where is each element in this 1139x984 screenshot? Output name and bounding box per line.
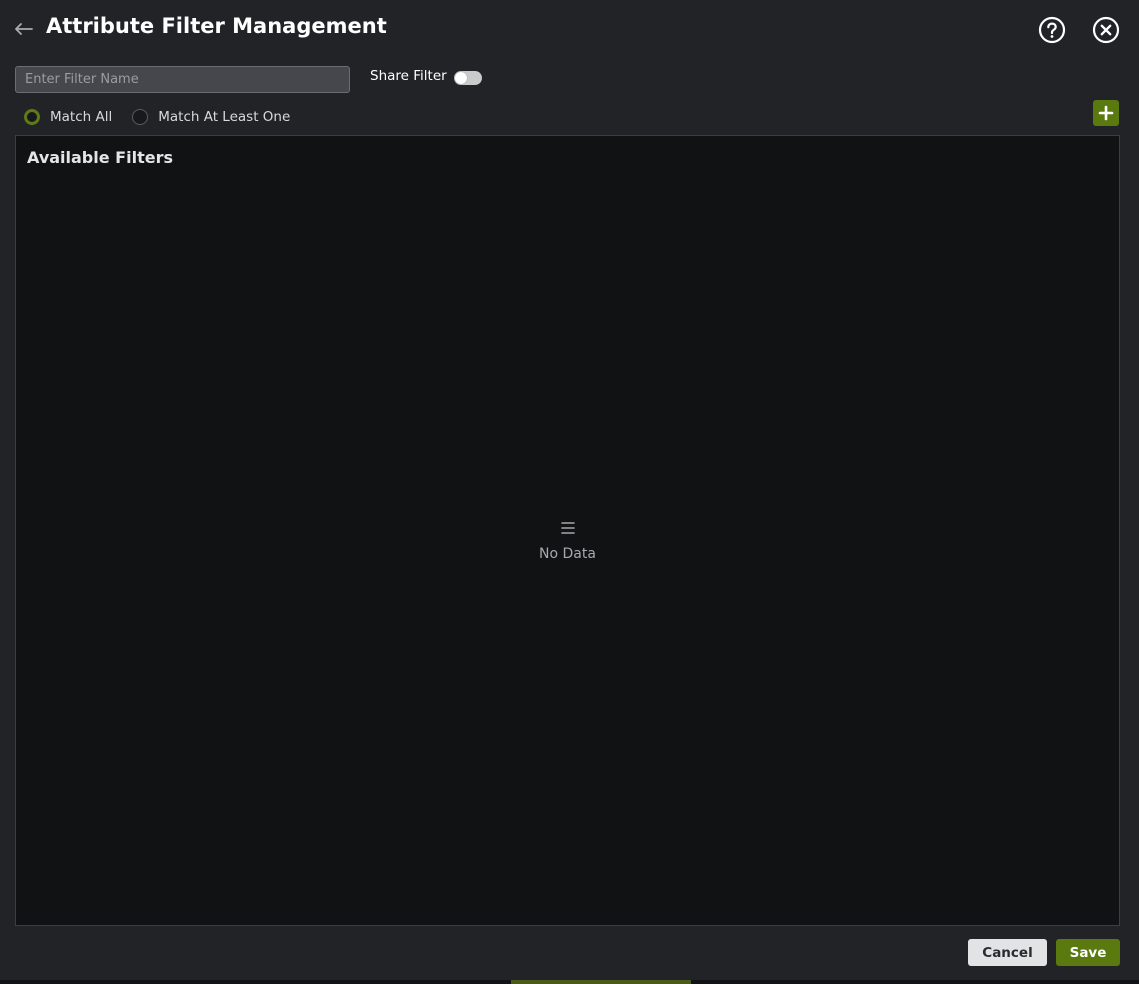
list-icon bbox=[560, 520, 576, 536]
available-filters-title: Available Filters bbox=[27, 148, 173, 167]
radio-label-match-at-least-one: Match At Least One bbox=[158, 109, 291, 125]
radio-option-match-all[interactable]: Match All bbox=[24, 109, 112, 125]
attribute-filter-dialog: Attribute Filter Management Share Filter… bbox=[0, 0, 1139, 980]
save-button[interactable]: Save bbox=[1056, 939, 1120, 966]
arrow-left-icon bbox=[15, 23, 33, 35]
dialog-title: Attribute Filter Management bbox=[46, 14, 387, 38]
share-filter-label: Share Filter bbox=[370, 68, 447, 84]
cancel-button[interactable]: Cancel bbox=[968, 939, 1047, 966]
available-filters-panel: Available Filters No Data bbox=[15, 135, 1120, 926]
radio-label-match-all: Match All bbox=[50, 109, 113, 125]
filter-name-input[interactable] bbox=[15, 66, 350, 93]
bottom-strip bbox=[0, 980, 1139, 984]
empty-state: No Data bbox=[16, 520, 1119, 562]
match-mode-radio-group: Match All Match At Least One bbox=[24, 107, 310, 127]
plus-icon bbox=[1098, 105, 1114, 121]
help-button[interactable] bbox=[1037, 15, 1067, 45]
close-button[interactable] bbox=[1091, 15, 1121, 45]
add-filter-button[interactable] bbox=[1093, 100, 1119, 126]
bottom-accent-bar bbox=[511, 980, 691, 984]
share-filter-toggle[interactable] bbox=[454, 71, 482, 85]
toggle-knob bbox=[455, 72, 467, 84]
close-circle-icon bbox=[1092, 16, 1120, 44]
radio-unchecked-icon bbox=[132, 109, 149, 125]
question-circle-icon bbox=[1038, 16, 1066, 44]
no-data-text: No Data bbox=[539, 546, 596, 562]
radio-option-match-at-least-one[interactable]: Match At Least One bbox=[132, 109, 290, 125]
back-button[interactable] bbox=[10, 16, 36, 42]
radio-checked-icon bbox=[24, 109, 40, 125]
